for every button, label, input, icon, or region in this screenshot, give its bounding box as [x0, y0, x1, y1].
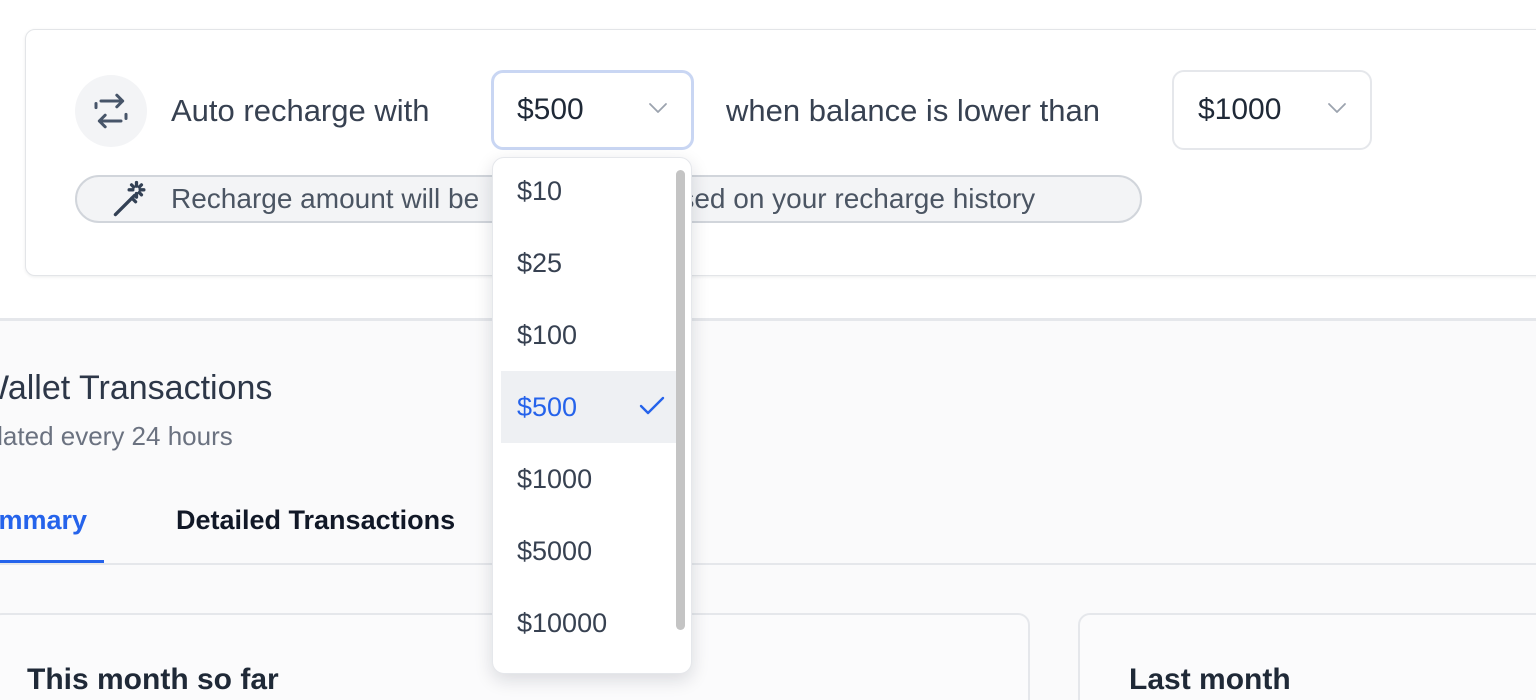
dropdown-option[interactable]: $25: [501, 227, 677, 299]
check-icon: [639, 392, 665, 423]
tabs-divider: [0, 563, 1536, 565]
threshold-label: when balance is lower than: [726, 93, 1100, 128]
chevron-down-icon: [647, 101, 669, 120]
chevron-down-icon: [1326, 101, 1348, 120]
this-month-title: This month so far: [27, 663, 279, 696]
auto-recharge-label: Auto recharge with: [171, 93, 430, 128]
recharge-amount-value: $500: [517, 93, 584, 126]
last-month-card: Last month: [1078, 613, 1536, 700]
dropdown-option[interactable]: $100: [501, 299, 677, 371]
wallet-update-note: odated every 24 hours: [0, 421, 233, 451]
option-label: $500: [517, 391, 578, 422]
option-label: $10: [517, 175, 563, 206]
recharge-hint-text-left: Recharge amount will be: [171, 183, 480, 214]
option-label: $5000: [517, 535, 593, 566]
recharge-amount-dropdown: $10 $25 $100 $500 $1000 $5000 $10000: [492, 157, 692, 674]
page: Auto recharge with $500 when balance is …: [0, 0, 1536, 700]
dropdown-option-selected[interactable]: $500: [501, 371, 677, 443]
option-label: $10000: [517, 607, 608, 638]
dropdown-option[interactable]: $10000: [501, 587, 677, 659]
recharge-amount-select[interactable]: $500: [491, 70, 694, 150]
dropdown-option[interactable]: $10: [501, 158, 677, 227]
wallet-transactions-title: Wallet Transactions: [0, 369, 273, 407]
tab-detailed-transactions[interactable]: Detailed Transactions: [176, 505, 455, 536]
dropdown-option[interactable]: $1000: [501, 443, 677, 515]
magic-wand-icon: [109, 177, 153, 221]
option-label: $1000: [517, 463, 593, 494]
threshold-select[interactable]: $1000: [1172, 70, 1372, 150]
tab-summary[interactable]: ummary: [0, 505, 87, 536]
dropdown-scrollbar[interactable]: [676, 170, 685, 630]
recharge-hint-text-right: based on your recharge history: [649, 183, 1036, 214]
threshold-value: $1000: [1198, 93, 1282, 126]
wallet-transactions-section: Wallet Transactions odated every 24 hour…: [0, 321, 1536, 700]
repeat-arrows-icon: [75, 75, 147, 147]
auto-recharge-card: Auto recharge with $500 when balance is …: [25, 29, 1536, 276]
option-label: $100: [517, 319, 578, 350]
last-month-title: Last month: [1129, 663, 1291, 696]
dropdown-option[interactable]: $5000: [501, 515, 677, 587]
option-label: $25: [517, 247, 563, 278]
